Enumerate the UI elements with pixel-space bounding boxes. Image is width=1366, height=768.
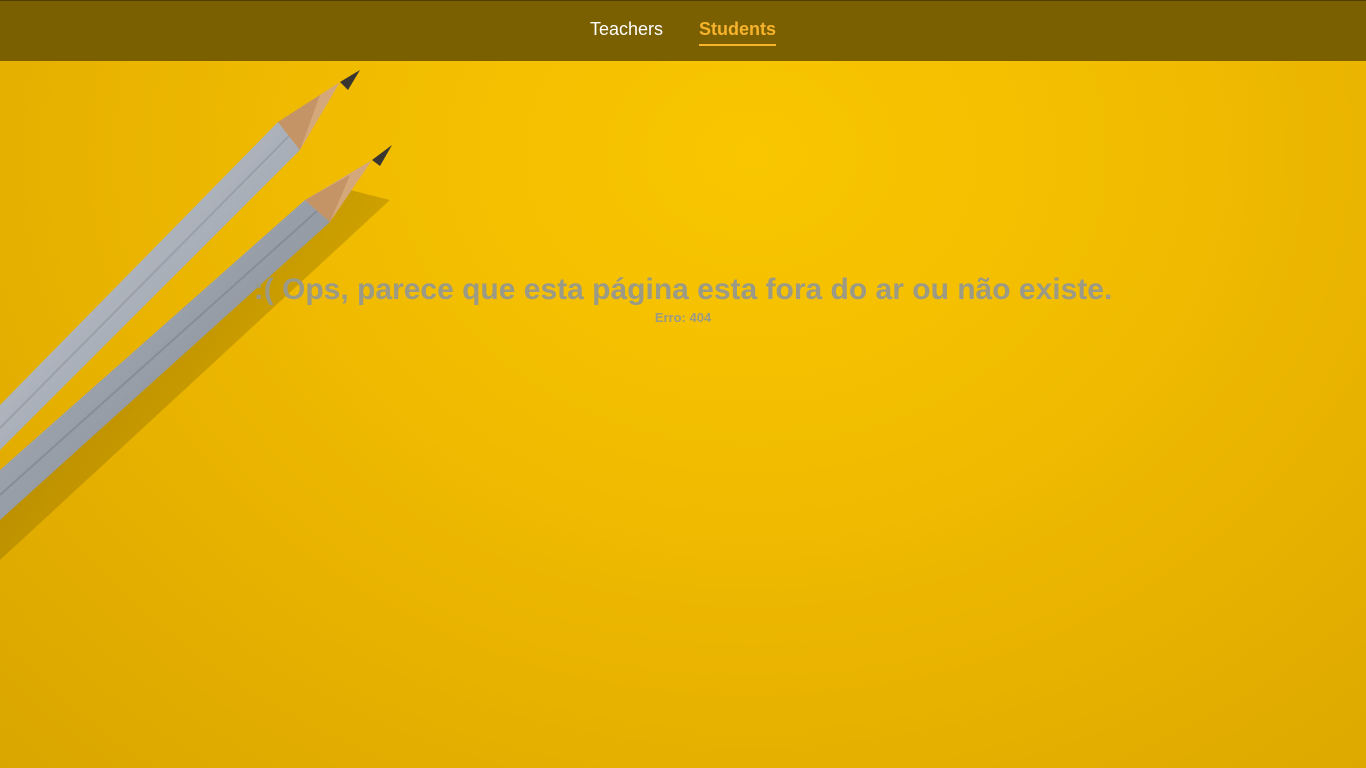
nav-link-teachers[interactable]: Teachers bbox=[590, 17, 663, 46]
pencil-icon bbox=[0, 145, 392, 520]
error-title: :( Ops, parece que esta página esta fora… bbox=[253, 273, 1113, 306]
top-navigation-bar: Teachers Students bbox=[0, 0, 1366, 61]
background-pencils bbox=[0, 70, 392, 560]
error-code: Erro: 404 bbox=[654, 310, 712, 325]
nav-link-students[interactable]: Students bbox=[699, 17, 777, 46]
error-message-block: :( Ops, parece que esta página esta fora… bbox=[0, 270, 1366, 325]
error-page: Teachers Students :( Ops, parece que est… bbox=[0, 0, 1366, 768]
main-nav: Teachers Students bbox=[590, 17, 777, 46]
